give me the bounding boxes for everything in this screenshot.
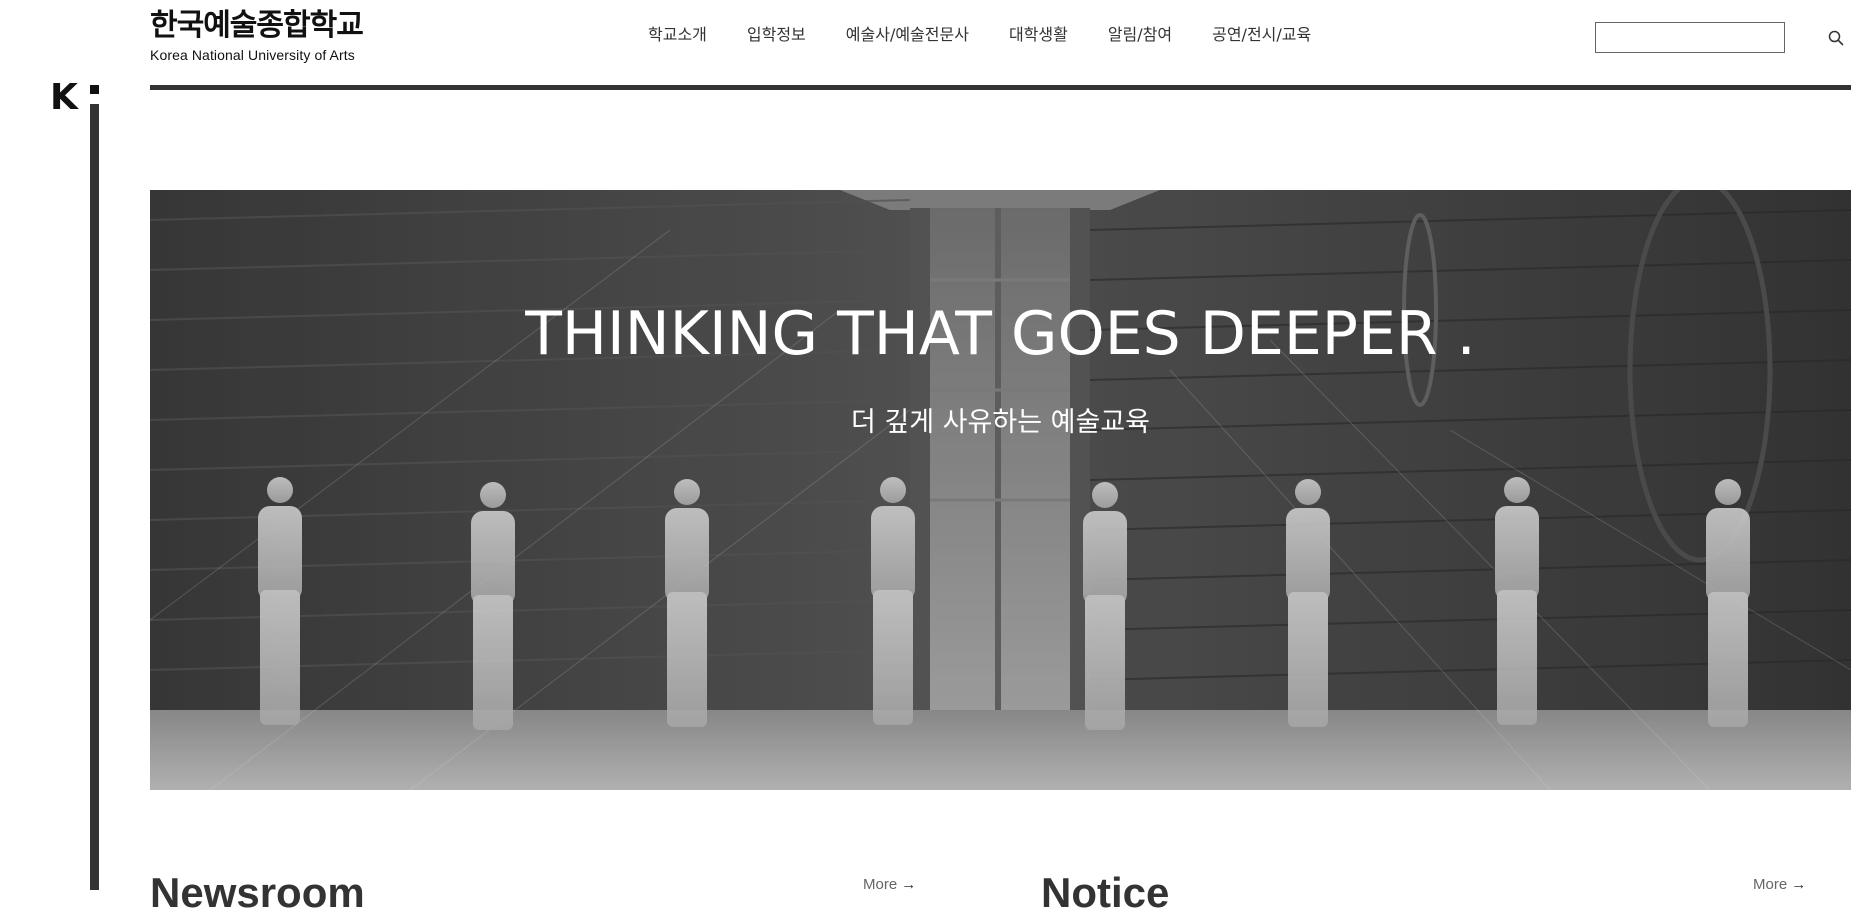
arrow-right-icon: → — [1791, 876, 1807, 893]
side-bar-line — [90, 104, 99, 890]
main-nav: 학교소개 입학정보 예술사/예술전문사 대학생활 알림/참여 공연/전시/교육 — [648, 24, 1351, 46]
brand-logo[interactable]: 한국예술종합학교 Korea National University of Ar… — [150, 8, 364, 64]
hero-title: THINKING THAT GOES DEEPER . — [525, 299, 1476, 369]
nav-item-performances[interactable]: 공연/전시/교육 — [1212, 24, 1311, 46]
brand-english-name: Korea National University of Arts — [150, 47, 355, 63]
nav-item-admissions[interactable]: 입학정보 — [747, 24, 806, 46]
newsroom-more-link[interactable]: More → — [863, 875, 916, 895]
nav-item-campus-life[interactable]: 대학생활 — [1009, 24, 1068, 46]
notice-more-link[interactable]: More → — [1753, 875, 1806, 895]
hero-background-image — [150, 190, 1851, 790]
hero-banner: THINKING THAT GOES DEEPER . 더 깊게 사유하는 예술… — [150, 190, 1851, 790]
notice-heading: Notice — [1041, 869, 1170, 916]
side-logo-dot — [90, 85, 99, 94]
site-header: 한국예술종합학교 Korea National University of Ar… — [150, 0, 1851, 90]
notice-more-label: More — [1753, 876, 1788, 893]
nav-item-news-participation[interactable]: 알림/참여 — [1108, 24, 1172, 46]
hero-subtitle: 더 깊게 사유하는 예술교육 — [851, 407, 1150, 438]
search-icon[interactable] — [1827, 29, 1845, 47]
side-brand-rail: K — [50, 80, 102, 894]
side-logo-letter[interactable]: K — [50, 80, 78, 116]
brand-korean-name: 한국예술종합학교 — [150, 8, 364, 43]
header-divider — [150, 85, 1851, 90]
nav-item-programs[interactable]: 예술사/예술전문사 — [846, 24, 969, 46]
newsroom-more-label: More — [863, 876, 898, 893]
arrow-right-icon: → — [901, 876, 917, 893]
nav-item-about[interactable]: 학교소개 — [648, 24, 707, 46]
page: K 한국예술종합학교 Korea National University of … — [0, 0, 1866, 922]
search-input[interactable] — [1595, 22, 1785, 53]
newsroom-heading: Newsroom — [150, 869, 365, 916]
